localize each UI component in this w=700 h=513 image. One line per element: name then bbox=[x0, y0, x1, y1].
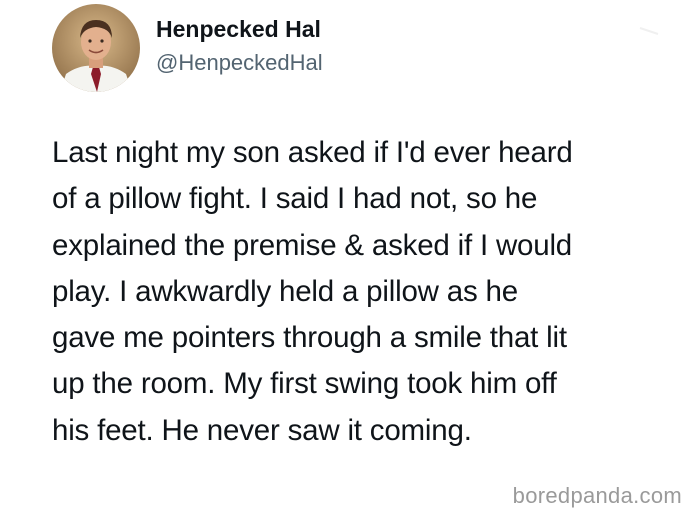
tweet-header: Henpecked Hal @HenpeckedHal bbox=[52, 4, 323, 92]
tweet-card: Henpecked Hal @HenpeckedHal Last night m… bbox=[0, 0, 700, 513]
faint-mark-icon bbox=[639, 27, 659, 35]
watermark: boredpanda.com bbox=[510, 483, 684, 509]
user-avatar-photo-icon bbox=[52, 4, 140, 92]
tweet-text-line: his feet. He never saw it coming. bbox=[52, 413, 472, 447]
tweet-text-line: explained the premise & asked if I would bbox=[52, 228, 573, 262]
tweet-text: Last night my son asked if I'd ever hear… bbox=[52, 130, 692, 454]
tweet-text-line: of a pillow fight. I said I had not, so … bbox=[52, 182, 538, 216]
author-names: Henpecked Hal @HenpeckedHal bbox=[156, 15, 323, 77]
tweet-text-line: gave me pointers through a smile that li… bbox=[52, 321, 567, 355]
tweet-text-line: play. I awkwardly held a pillow as he bbox=[52, 274, 518, 308]
tweet-text-line: Last night my son asked if I'd ever hear… bbox=[52, 136, 573, 169]
author-handle[interactable]: @HenpeckedHal bbox=[156, 49, 323, 77]
tweet-text-line: up the room. My first swing took him off bbox=[52, 367, 557, 401]
author-display-name[interactable]: Henpecked Hal bbox=[156, 15, 323, 43]
avatar[interactable] bbox=[52, 4, 140, 92]
